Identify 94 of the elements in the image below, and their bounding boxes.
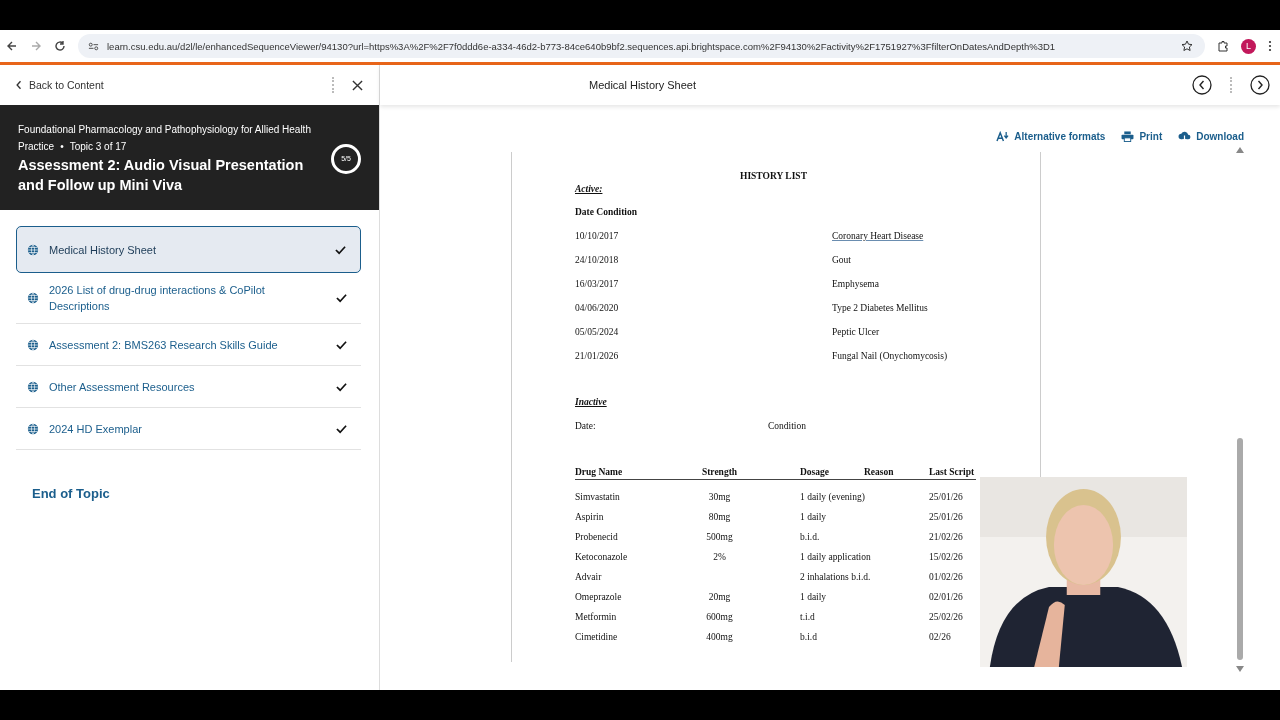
- table-cell-text: 25/01/26: [929, 491, 964, 503]
- profile-avatar[interactable]: L: [1241, 38, 1256, 54]
- date-text: 10/10/2017: [575, 230, 620, 242]
- condition-text: Gout: [832, 254, 851, 266]
- topic-item[interactable]: 2026 List of drug-drug interactions & CoPilot Descriptions: [16, 273, 361, 324]
- extensions-icon[interactable]: [1217, 40, 1229, 52]
- table-cell: 20mg: [708, 592, 731, 602]
- table-cell-text: 25/02/26: [929, 611, 964, 623]
- table-cell-text: Omeprazole: [575, 591, 623, 603]
- chevron-left-icon: [16, 80, 22, 90]
- topic-item[interactable]: Assessment 2: BMS263 Research Skills Guide: [16, 324, 361, 366]
- document-heading: HISTORY LIST: [739, 170, 808, 182]
- next-icon[interactable]: [1250, 75, 1270, 95]
- condition-text: Type 2 Diabetes Mellitus: [832, 302, 928, 314]
- column-heading: Strength: [700, 466, 739, 478]
- table-cell-text: 25/01/26: [929, 511, 964, 523]
- back-icon[interactable]: [6, 40, 18, 52]
- end-of-topic-label: End of Topic: [32, 486, 111, 501]
- globe-icon: [27, 292, 39, 304]
- table-cell-text: 2 inhalations b.i.d.: [799, 571, 872, 583]
- globe-icon: [27, 243, 39, 256]
- scroll-down-icon[interactable]: [1236, 666, 1244, 672]
- column-heading: Reason: [864, 466, 895, 478]
- table-cell-text: 02/26: [929, 631, 952, 643]
- table-cell-text: Aspirin: [575, 511, 605, 523]
- print-button[interactable]: Print: [1121, 131, 1163, 142]
- table-cell: 80mg: [708, 512, 731, 522]
- date-text: 05/05/2024: [575, 326, 620, 338]
- column-heading: Last Script: [929, 466, 976, 478]
- star-icon[interactable]: [1181, 40, 1193, 52]
- table-cell-text: 1 daily: [799, 591, 828, 603]
- date-text: 16/03/2017: [575, 278, 620, 290]
- table-cell-text: 1 daily (evening): [799, 491, 866, 503]
- section-label: Practice: [18, 140, 55, 152]
- table-cell-text: 15/02/26: [929, 551, 964, 563]
- table-cell: 500mg: [706, 532, 733, 542]
- date-text: 21/01/2026: [575, 350, 620, 362]
- table-cell-text: b.i.d.: [799, 531, 821, 543]
- previous-icon[interactable]: [1192, 75, 1212, 95]
- reload-icon[interactable]: [54, 40, 66, 52]
- table-cell: 400mg: [706, 632, 733, 642]
- date-text: 24/10/2018: [575, 254, 620, 266]
- topic-title: Assessment 2: Audio Visual Presentation and Follow up Mini Viva: [18, 155, 305, 195]
- globe-icon: [27, 380, 39, 393]
- separator-dot: •: [60, 140, 64, 152]
- cloud-download-icon: [1178, 131, 1192, 142]
- site-settings-icon[interactable]: [88, 40, 99, 52]
- url-text: learn.csu.edu.au/d2l/le/enhancedSequenceViewer/94130?url=https%3A%2F%2F7f0ddd6e-a334-46d2-b773-84ce640b9bf2.sequences.api.brightspace.com%2F94130%2Factivity%2F1751927%3FfilterOnDatesAndDepth%3D1: [107, 40, 1057, 52]
- table-cell-text: 21/02/26: [929, 531, 964, 543]
- table-cell-text: Advair: [575, 571, 603, 583]
- table-cell-text: Ketoconazole: [575, 551, 629, 563]
- course-title: Foundational Pharmacology and Pathophysiology for Allied Health: [18, 122, 312, 136]
- back-to-content-link[interactable]: Back to Content: [16, 79, 314, 91]
- topic-item[interactable]: 2024 HD Exemplar: [16, 408, 361, 450]
- condition-text: Peptic Ulcer: [832, 326, 880, 338]
- table-cell: 600mg: [706, 612, 733, 622]
- address-bar[interactable]: learn.csu.edu.au/d2l/le/enhancedSequenceViewer/94130?url=https%3A%2F%2F7f0ddd6e-a334-46d2-b773-84ce640b9bf2.sequences.api.brightspace.com%2F94130%2Factivity%2F1751927%3FfilterOnDatesAndDepth%3D1: [78, 34, 1205, 58]
- table-cell-text: Cimetidine: [575, 631, 619, 643]
- scrollbar-thumb[interactable]: [1237, 438, 1243, 660]
- column-heading: Dosage: [799, 466, 831, 478]
- column-headings: Date Condition: [575, 206, 639, 218]
- table-cell: 30mg: [708, 492, 731, 502]
- alternative-formats-button[interactable]: Alternative formats: [996, 131, 1106, 142]
- table-cell-text: 1 daily: [799, 511, 828, 523]
- globe-icon: [27, 338, 39, 351]
- column-heading: Date:: [575, 420, 597, 432]
- content-title: Medical History Sheet: [589, 79, 697, 91]
- printer-icon: [1121, 131, 1135, 142]
- table-cell-text: Simvastatin: [575, 491, 621, 503]
- table-cell-text: t.i.d: [799, 611, 816, 623]
- topic-item[interactable]: Medical History Sheet: [16, 226, 361, 273]
- table-cell-text: 1 daily application: [799, 551, 872, 563]
- condition-text: Coronary Heart Disease: [832, 230, 924, 242]
- scroll-up-icon[interactable]: [1236, 147, 1244, 153]
- download-button[interactable]: Download: [1178, 131, 1244, 142]
- section-label: Active:: [575, 183, 604, 195]
- table-cell-text: Probenecid: [575, 531, 619, 543]
- globe-icon: [27, 422, 39, 435]
- table-cell-text: 01/02/26: [929, 571, 964, 583]
- column-heading: Condition: [768, 420, 806, 432]
- table-cell-text: b.i.d: [799, 631, 818, 643]
- table-cell: 2%: [713, 552, 726, 562]
- table-cell-text: 02/01/26: [929, 591, 964, 603]
- text-format-icon: [996, 131, 1010, 142]
- topic-counter: Topic 3 of 17: [69, 140, 127, 152]
- table-cell-text: Metformin: [575, 611, 618, 623]
- section-label: Inactive: [575, 396, 608, 408]
- close-icon[interactable]: [352, 79, 363, 91]
- date-text: 04/06/2020: [575, 302, 620, 314]
- column-heading: Drug Name: [575, 466, 624, 478]
- condition-text: Emphysema: [832, 278, 879, 290]
- condition-text: Fungal Nail (Onychomycosis): [832, 350, 948, 362]
- topic-item[interactable]: Other Assessment Resources: [16, 366, 361, 408]
- menu-icon[interactable]: [1268, 40, 1272, 52]
